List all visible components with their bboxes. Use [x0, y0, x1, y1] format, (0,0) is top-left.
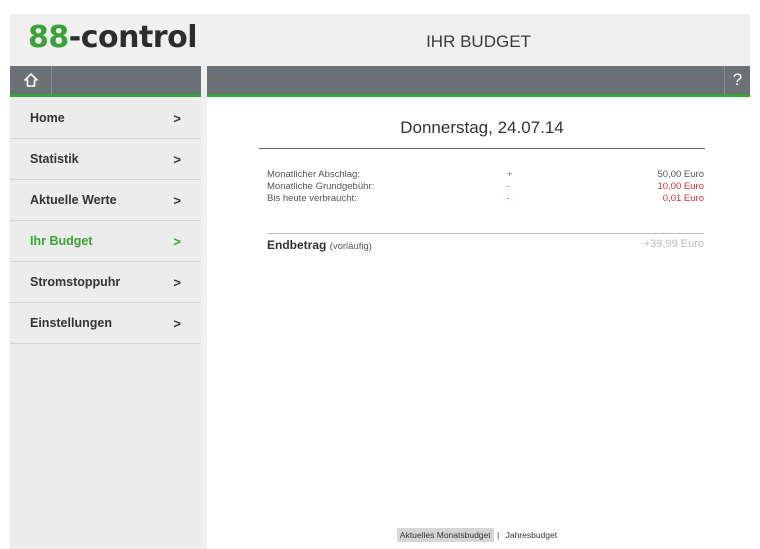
help-button[interactable]: ?	[724, 66, 750, 94]
chevron-right-icon: >	[173, 315, 181, 331]
sidebar-item-label: Aktuelle Werte	[30, 193, 117, 207]
main-content: Donnerstag, 24.07.14 Monatlicher Abschla…	[207, 98, 750, 549]
budget-tabs: Aktuelles Monatsbudget | Jahresbudget	[207, 528, 750, 542]
sidebar-item-label: Ihr Budget	[30, 234, 93, 248]
budget-row-verbraucht: Bis heute verbraucht: - 0,01 Euro	[267, 192, 704, 204]
chevron-right-icon: >	[173, 274, 181, 290]
header: 88-control IHR BUDGET	[10, 14, 750, 66]
sidebar-item-label: Home	[30, 111, 65, 125]
total-label: Endbetrag (vorläufig)	[267, 238, 372, 252]
row-value: 50,00 Euro	[657, 168, 704, 180]
tab-monthly-budget[interactable]: Aktuelles Monatsbudget	[396, 528, 494, 542]
tab-separator: |	[497, 530, 500, 540]
row-sign: +	[507, 168, 513, 180]
logo-number: 88	[28, 20, 69, 55]
sidebar-item-ihr-budget[interactable]: Ihr Budget >	[10, 221, 201, 262]
logo-text: -control	[68, 20, 198, 55]
chevron-right-icon: >	[173, 110, 181, 126]
row-label: Monatlicher Abschlag:	[267, 168, 360, 180]
sidebar-item-label: Stromstoppuhr	[30, 275, 121, 289]
total-row: Endbetrag (vorläufig) +39,99 Euro	[267, 233, 704, 252]
page-title: IHR BUDGET	[426, 32, 531, 51]
date-heading: Donnerstag, 24.07.14	[259, 118, 705, 149]
sidebar-item-einstellungen[interactable]: Einstellungen >	[10, 303, 201, 344]
chevron-right-icon: >	[173, 233, 181, 249]
row-value: 0,01 Euro	[662, 192, 704, 204]
logo: 88-control	[28, 20, 197, 55]
total-note: (vorläufig)	[329, 241, 372, 252]
chevron-right-icon: >	[173, 192, 181, 208]
app-frame: 88-control IHR BUDGET ? Home > Statistik…	[10, 14, 750, 549]
budget-row-abschlag: Monatlicher Abschlag: + 50,00 Euro	[267, 168, 704, 180]
row-sign: -	[507, 192, 511, 204]
sidebar-item-stromstoppuhr[interactable]: Stromstoppuhr >	[10, 262, 201, 303]
sidebar-item-statistik[interactable]: Statistik >	[10, 139, 201, 180]
sidebar-item-home[interactable]: Home >	[10, 98, 201, 139]
budget-table: Monatlicher Abschlag: + 50,00 Euro Monat…	[267, 168, 704, 204]
sidebar: Home > Statistik > Aktuelle Werte > Ihr …	[10, 98, 201, 549]
row-sign: -	[507, 180, 511, 192]
sidebar-item-label: Einstellungen	[30, 316, 112, 330]
total-value: +39,99 Euro	[643, 238, 704, 250]
toolbar-left	[10, 66, 201, 97]
total-label-text: Endbetrag	[267, 238, 327, 252]
tab-yearly-budget[interactable]: Jahresbudget	[503, 528, 561, 542]
home-icon	[23, 73, 38, 87]
row-label: Monatliche Grundgebühr:	[267, 180, 375, 192]
sidebar-item-label: Statistik	[30, 152, 79, 166]
home-button[interactable]	[10, 66, 52, 94]
chevron-right-icon: >	[173, 151, 181, 167]
budget-row-grundgebuehr: Monatliche Grundgebühr: - 10,00 Euro	[267, 180, 704, 192]
sidebar-item-aktuelle-werte[interactable]: Aktuelle Werte >	[10, 180, 201, 221]
row-value: 10,00 Euro	[657, 180, 704, 192]
toolbar-right: ?	[207, 66, 750, 97]
row-label: Bis heute verbraucht:	[267, 192, 357, 204]
